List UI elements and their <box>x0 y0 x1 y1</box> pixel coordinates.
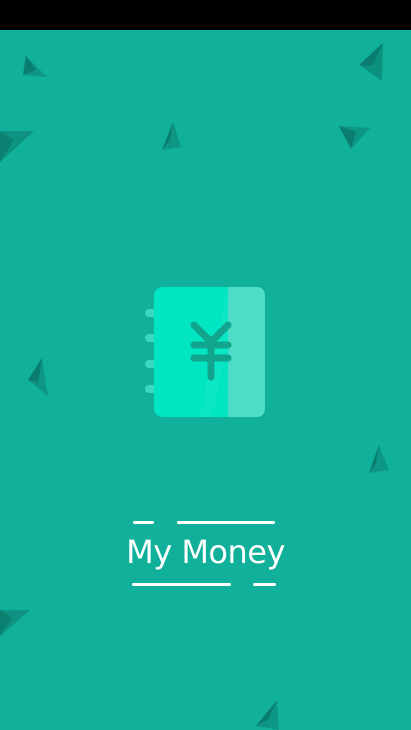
shard-top-left <box>23 56 47 77</box>
shard-bottom-center <box>256 700 279 730</box>
shard-top-right <box>359 43 383 81</box>
shard-left-large <box>0 131 34 162</box>
title-line-top-short <box>133 521 154 524</box>
shard-right-middle <box>369 445 389 473</box>
notebook-spine <box>228 287 265 417</box>
shard-right-upper <box>339 126 370 149</box>
yen-notebook-icon <box>145 287 265 417</box>
shard-left-middle <box>28 358 48 396</box>
title-line-top-long <box>177 521 275 524</box>
status-bar <box>0 0 411 30</box>
shard-left-bottom <box>0 610 30 636</box>
app-screen: My Money <box>0 0 411 730</box>
app-title: My Money <box>126 533 285 571</box>
title-line-bottom-short <box>253 583 276 586</box>
splash-screen: My Money <box>0 30 411 730</box>
shard-center-top <box>162 122 181 150</box>
title-line-bottom-long <box>132 583 231 586</box>
